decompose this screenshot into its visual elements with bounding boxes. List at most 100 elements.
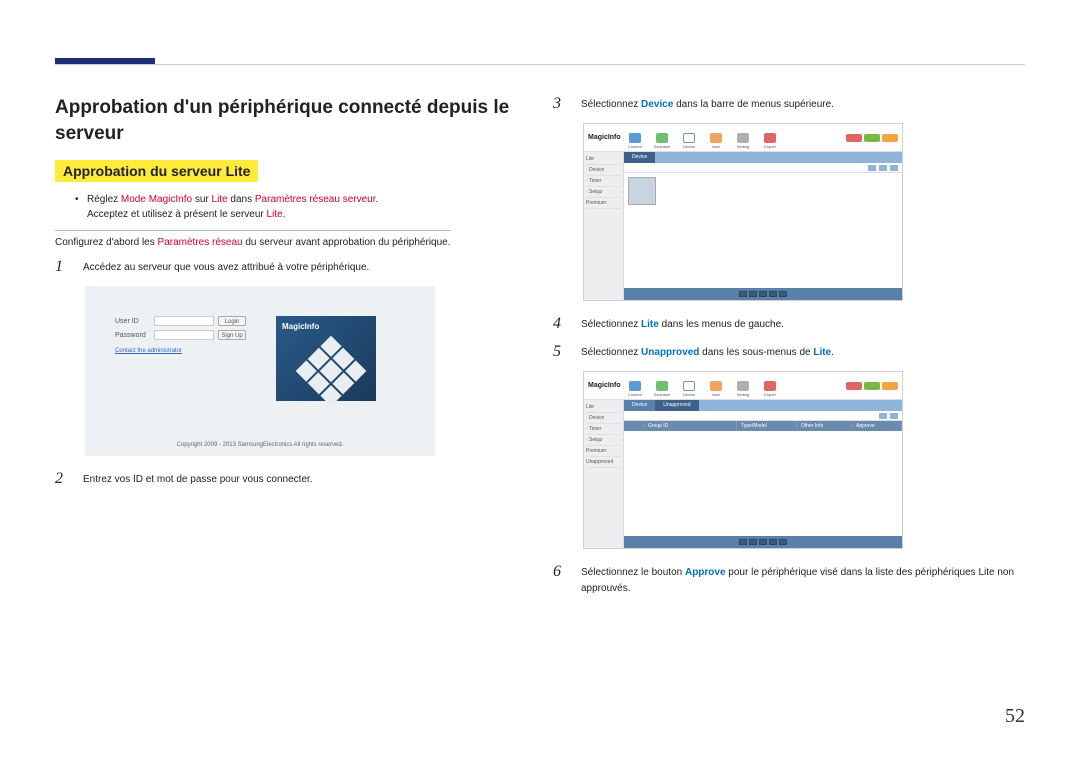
app-footer [624,288,902,300]
step-number: 1 [55,258,69,276]
action-btn-2[interactable] [864,382,880,390]
th-approve: Approve [852,421,902,431]
step-1: 1 Accédez au serveur que vous avez attri… [55,258,523,276]
step-text-part: dans les sous-menus de [699,347,813,358]
accent-bar [55,58,155,64]
action-btn-2[interactable] [864,134,880,142]
login-button[interactable]: Login [218,316,246,326]
bullet-text: Réglez [87,194,121,205]
sidebar-item-device[interactable]: · Device [586,165,621,176]
nav-device-icon[interactable]: Device [676,131,702,151]
step-number: 2 [55,470,69,488]
app-body: Lite · Device · Timer · Setup Premium Un… [584,400,902,548]
app-body: Lite · Device · Timer · Setup Premium De… [584,152,902,300]
step-3: 3 Sélectionnez Device dans la barre de m… [553,95,1021,113]
footer-btn[interactable] [769,539,777,545]
lite-keyword: Lite [813,347,831,358]
sidebar-item-premium[interactable]: Premium [586,198,621,209]
action-btn-1[interactable] [846,134,862,142]
footer-btn[interactable] [759,539,767,545]
nav-export-icon[interactable]: Export [757,131,783,151]
step-text: Sélectionnez le bouton Approve pour le p… [581,563,1021,597]
tab-bar: Device [624,152,902,163]
step-number: 5 [553,343,567,361]
step-2: 2 Entrez vos ID et mot de passe pour vou… [55,470,523,488]
content-area [624,173,902,288]
footer-btn[interactable] [749,539,757,545]
password-input[interactable] [154,330,214,340]
tool-row [624,411,902,421]
tool-btn[interactable] [890,413,898,419]
sidebar-item-lite[interactable]: Lite [586,154,621,165]
sidebar-item-setup[interactable]: · Setup [586,435,621,446]
user-id-input[interactable] [154,316,214,326]
app-main: Device [624,152,902,300]
nav-user-icon[interactable]: User [703,131,729,151]
sidebar-item-device[interactable]: · Device [586,413,621,424]
user-id-label: User ID [115,318,150,325]
note-text: du serveur avant approbation du périphér… [243,237,451,248]
login-screenshot: User ID Login Password Sign Up Contact t… [85,286,435,456]
nav-setting-icon[interactable]: Setting [730,131,756,151]
user-id-row: User ID Login [115,316,246,326]
note-text: Configurez d'abord les [55,237,158,248]
top-rule [55,64,1025,65]
tab-lite-device[interactable]: Device [624,400,655,411]
device-thumbnail[interactable] [628,177,656,205]
nav-export-icon[interactable]: Export [757,379,783,399]
nav-content-icon[interactable]: Content [622,379,648,399]
app-logo: MagicInfo [584,372,622,399]
step-number: 6 [553,563,567,597]
nav-schedule-icon[interactable]: Schedule [649,131,675,151]
nav-user-icon[interactable]: User [703,379,729,399]
app-nav: Content Schedule Device User Setting Exp… [622,124,846,151]
device-screenshot: MagicInfo Content Schedule Device User S… [583,123,903,301]
footer-btn[interactable] [749,291,757,297]
action-btn-3[interactable] [882,382,898,390]
signup-button[interactable]: Sign Up [218,330,246,340]
sidebar-item-setup[interactable]: · Setup [586,187,621,198]
sidebar-item-timer[interactable]: · Timer [586,176,621,187]
tool-btn[interactable] [868,165,876,171]
main-title: Approbation d'un périphérique connecté d… [55,95,523,146]
nav-device-icon[interactable]: Device [676,379,702,399]
step-text-part: Sélectionnez [581,99,641,110]
page-number: 52 [1005,705,1025,728]
th-type: Type/Model [737,421,797,431]
tool-btn[interactable] [890,165,898,171]
sidebar-item-premium[interactable]: Premium [586,446,621,457]
footer-btn[interactable] [779,539,787,545]
footer-btn[interactable] [759,291,767,297]
sub-title: Approbation du serveur Lite [55,160,258,182]
sidebar: Lite · Device · Timer · Setup Premium [584,152,624,300]
tab-unapproved[interactable]: Unapproved [655,400,698,411]
step-text-part: dans les menus de gauche. [659,319,784,330]
sidebar-item-unapproved[interactable]: Unapproved [586,457,621,468]
footer-btn[interactable] [779,291,787,297]
device-keyword: Device [641,99,673,110]
approve-keyword: Approve [685,567,726,578]
bullet-list: Réglez Mode MagicInfo sur Lite dans Para… [75,192,523,222]
app-actions [846,124,902,151]
nav-setting-icon[interactable]: Setting [730,379,756,399]
footer-btn[interactable] [739,539,747,545]
tool-btn[interactable] [879,413,887,419]
table-header: Group ID Type/Model Other Info Approve [624,421,902,431]
diamond-icon [296,336,367,407]
sidebar-item-timer[interactable]: · Timer [586,424,621,435]
footer-btn[interactable] [739,291,747,297]
footer-btn[interactable] [769,291,777,297]
app-main: Device Unapproved Group ID Type/Model Ot… [624,400,902,548]
action-btn-1[interactable] [846,382,862,390]
sidebar-item-lite[interactable]: Lite [586,402,621,413]
action-btn-3[interactable] [882,134,898,142]
th-group: Group ID [644,421,737,431]
nav-content-icon[interactable]: Content [622,131,648,151]
contact-admin-link[interactable]: Contact the administrator [115,348,246,354]
tool-btn[interactable] [879,165,887,171]
nav-schedule-icon[interactable]: Schedule [649,379,675,399]
step-text-part: Sélectionnez le bouton [581,567,685,578]
bullet-text: . [283,209,286,220]
tab-device[interactable]: Device [624,152,655,163]
login-form: User ID Login Password Sign Up Contact t… [115,316,246,354]
